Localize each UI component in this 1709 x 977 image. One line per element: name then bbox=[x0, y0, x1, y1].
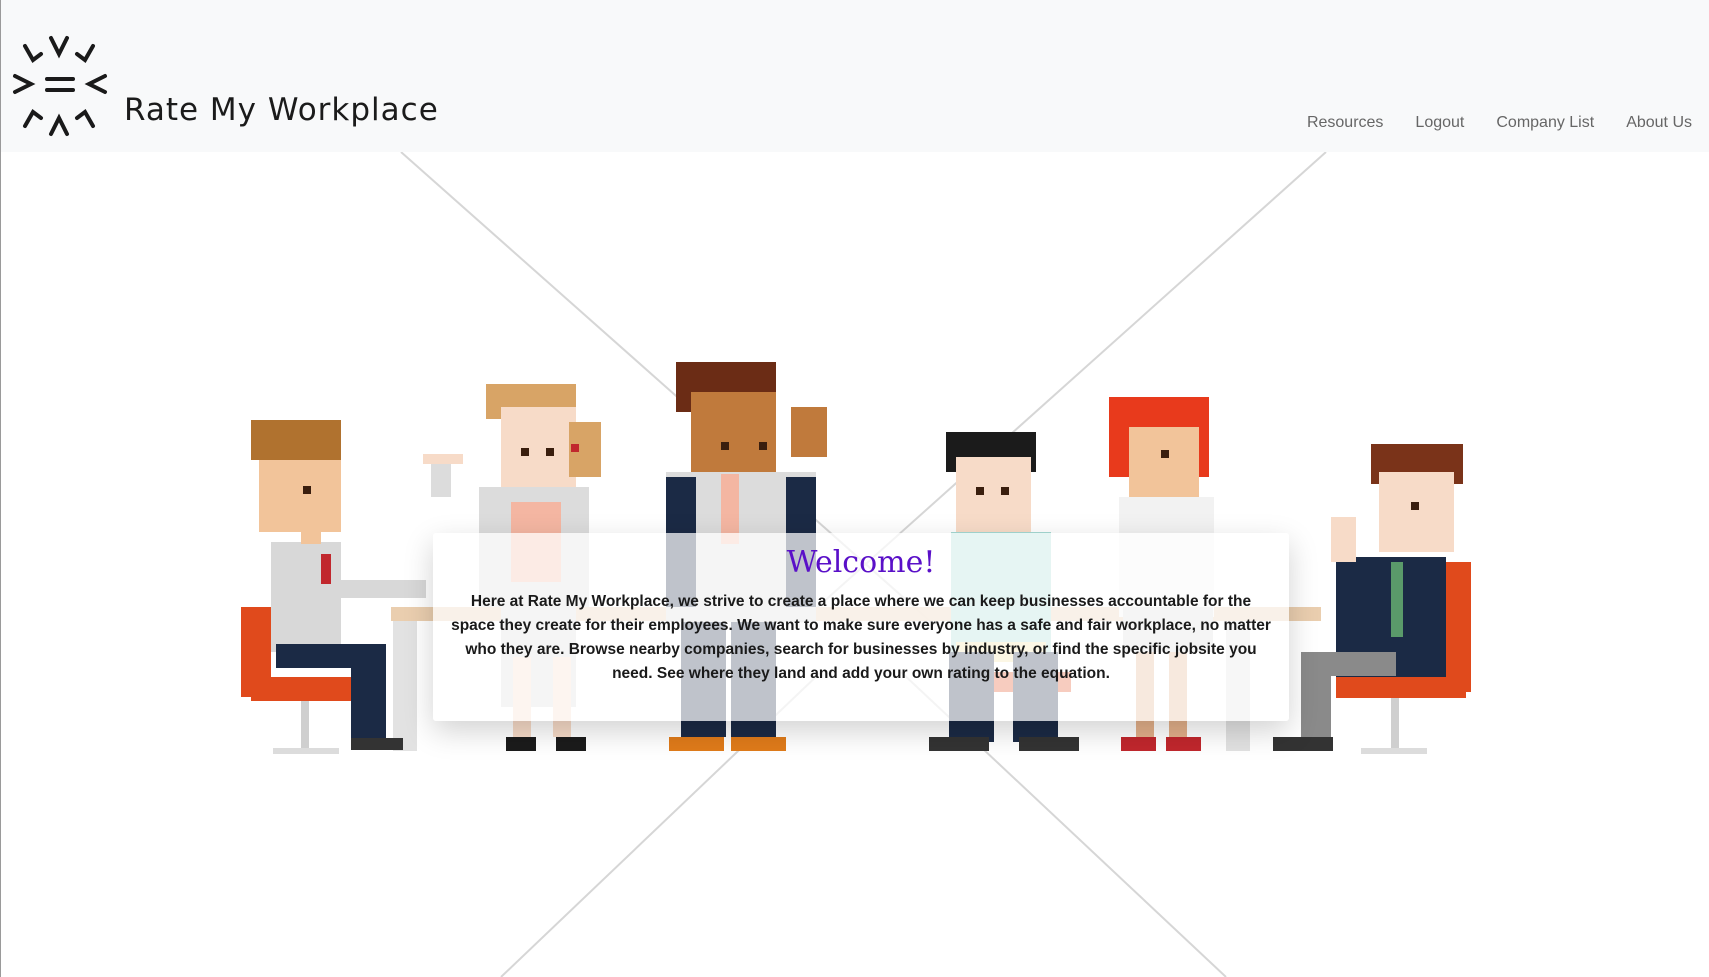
nav-company-list[interactable]: Company List bbox=[1496, 114, 1594, 132]
welcome-text: Here at Rate My Workplace, we strive to … bbox=[451, 593, 1271, 682]
brand-name[interactable]: Rate My Workplace bbox=[124, 92, 439, 128]
sunburst-equals-icon[interactable] bbox=[11, 32, 111, 142]
welcome-card: Welcome! Here at Rate My Workplace, we s… bbox=[433, 533, 1289, 721]
nav-menu: Resources Logout Company List About Us bbox=[1307, 114, 1692, 132]
nav-resources[interactable]: Resources bbox=[1307, 114, 1383, 132]
nav-logout[interactable]: Logout bbox=[1415, 114, 1464, 132]
nav-about-us[interactable]: About Us bbox=[1626, 114, 1692, 132]
navbar: Rate My Workplace Resources Logout Compa… bbox=[1, 0, 1709, 152]
welcome-title: Welcome! bbox=[786, 545, 936, 580]
hero-section: Welcome! Here at Rate My Workplace, we s… bbox=[1, 152, 1709, 977]
